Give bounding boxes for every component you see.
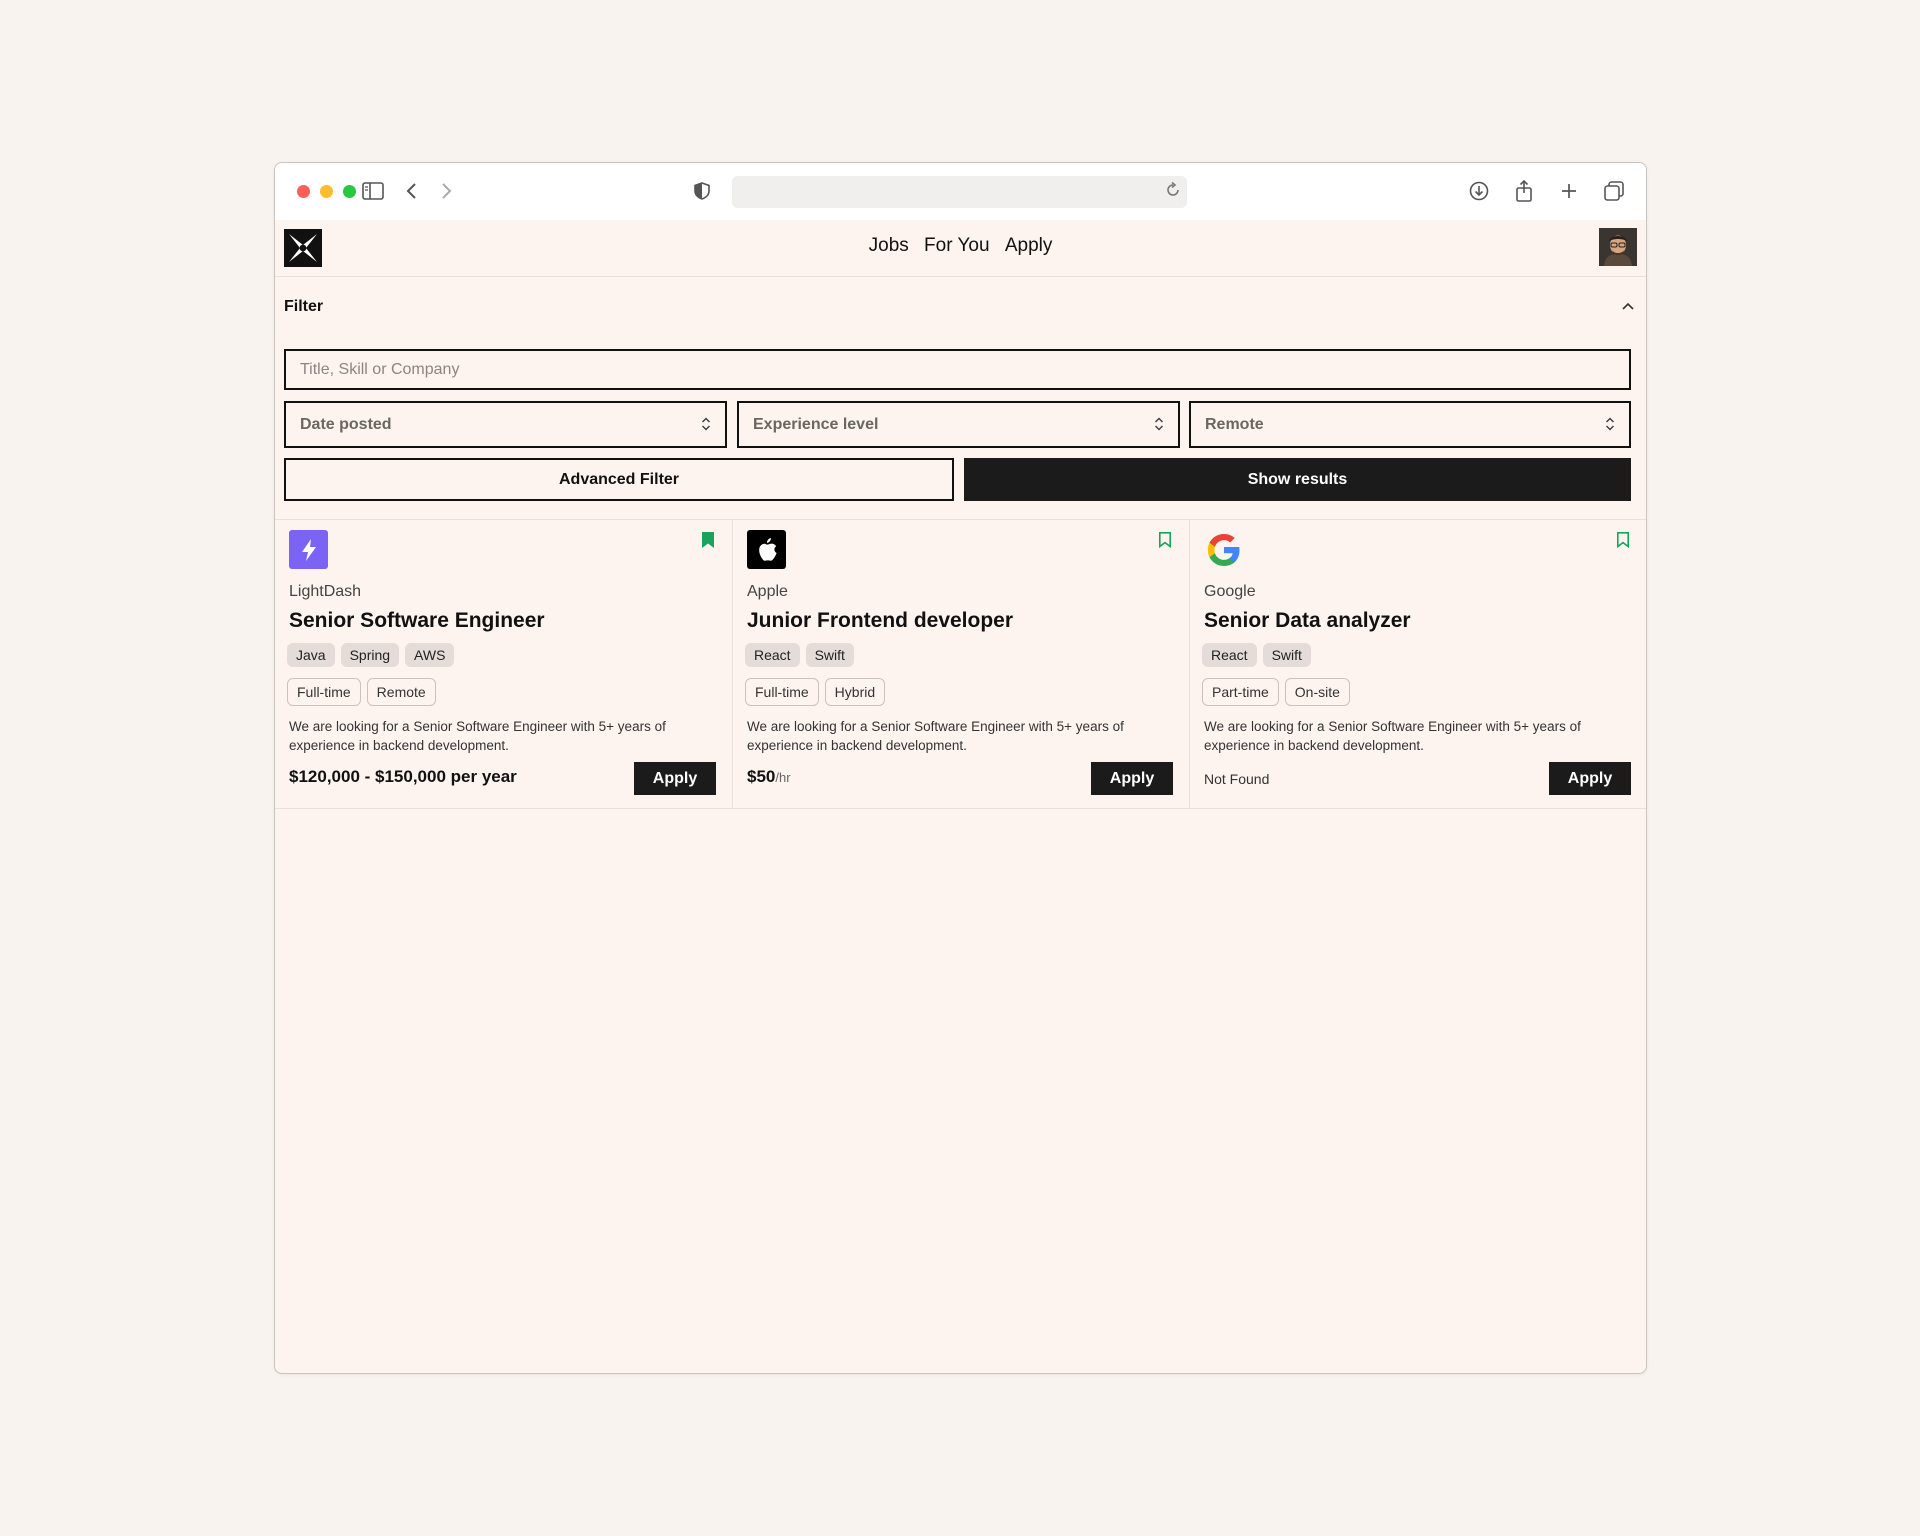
skill-tag: AWS bbox=[405, 643, 455, 667]
reload-icon[interactable] bbox=[1165, 181, 1181, 204]
job-description: We are looking for a Senior Software Eng… bbox=[289, 719, 666, 753]
company-name: Google bbox=[1204, 583, 1256, 600]
job-description: We are looking for a Senior Software Eng… bbox=[1204, 719, 1581, 753]
tab-overview-icon[interactable] bbox=[1601, 178, 1627, 204]
skill-tag: Swift bbox=[1262, 643, 1311, 667]
advanced-filter-button[interactable]: Advanced Filter bbox=[284, 458, 954, 501]
salary-unit: /hr bbox=[775, 770, 791, 785]
job-card[interactable]: Google Senior Data analyzer React Swift … bbox=[1189, 520, 1646, 808]
bookmark-filled-icon[interactable] bbox=[701, 531, 715, 554]
maximize-window-button[interactable] bbox=[343, 185, 356, 198]
browser-toolbar bbox=[275, 163, 1646, 220]
job-type-badge: Full-time bbox=[745, 678, 819, 706]
job-type-badge: Remote bbox=[366, 678, 436, 706]
skill-tag: React bbox=[1202, 643, 1257, 667]
job-card[interactable]: LightDash Senior Software Engineer Java … bbox=[275, 520, 731, 808]
show-results-button[interactable]: Show results bbox=[964, 458, 1631, 501]
site-header: Jobs For You Apply bbox=[275, 220, 1646, 277]
job-description: We are looking for a Senior Software Eng… bbox=[747, 719, 1124, 753]
job-type-badges: Full-time Hybrid bbox=[745, 678, 886, 706]
bookmark-outline-icon[interactable] bbox=[1158, 531, 1172, 554]
nav-link-jobs[interactable]: Jobs bbox=[869, 235, 909, 256]
chevron-up-icon[interactable] bbox=[1622, 297, 1634, 315]
skill-tag: Spring bbox=[340, 643, 400, 667]
minimize-window-button[interactable] bbox=[320, 185, 333, 198]
job-type-badge: Hybrid bbox=[824, 678, 886, 706]
chevron-up-down-icon bbox=[1605, 416, 1615, 437]
date-posted-label: Date posted bbox=[300, 415, 392, 433]
job-title[interactable]: Senior Software Engineer bbox=[289, 609, 545, 633]
salary: $120,000 - $150,000 per year bbox=[289, 767, 517, 787]
skill-tag: Java bbox=[287, 643, 335, 667]
remote-select[interactable]: Remote bbox=[1189, 401, 1631, 448]
job-type-badges: Part-time On-site bbox=[1202, 678, 1350, 706]
skill-tags: React Swift bbox=[1202, 643, 1311, 667]
salary: $50/hr bbox=[747, 767, 791, 787]
browser-window: Jobs For You Apply Filter Date posted bbox=[274, 162, 1647, 1374]
filter-title: Filter bbox=[284, 298, 324, 315]
experience-level-select[interactable]: Experience level bbox=[737, 401, 1180, 448]
nav-link-for-you[interactable]: For You bbox=[924, 235, 990, 256]
salary-amount: $50 bbox=[747, 767, 776, 786]
close-window-button[interactable] bbox=[297, 185, 310, 198]
back-arrow-icon[interactable] bbox=[398, 178, 424, 204]
forward-arrow-icon[interactable] bbox=[434, 178, 460, 204]
user-avatar[interactable] bbox=[1599, 228, 1637, 266]
google-icon bbox=[1204, 530, 1243, 569]
apple-icon bbox=[747, 530, 786, 569]
apply-button[interactable]: Apply bbox=[1091, 762, 1173, 795]
job-title[interactable]: Senior Data analyzer bbox=[1204, 609, 1411, 633]
download-icon[interactable] bbox=[1466, 178, 1492, 204]
skill-tag: React bbox=[745, 643, 800, 667]
job-list: LightDash Senior Software Engineer Java … bbox=[275, 519, 1646, 809]
job-type-badges: Full-time Remote bbox=[287, 678, 436, 706]
apply-button[interactable]: Apply bbox=[1549, 762, 1631, 795]
chevron-up-down-icon bbox=[701, 416, 711, 437]
job-type-badge: Full-time bbox=[287, 678, 361, 706]
job-type-badge: Part-time bbox=[1202, 678, 1279, 706]
salary-amount: $120,000 - $150,000 per year bbox=[289, 767, 517, 786]
chevron-up-down-icon bbox=[1154, 416, 1164, 437]
job-type-badge: On-site bbox=[1284, 678, 1350, 706]
remote-label: Remote bbox=[1205, 415, 1264, 433]
salary-amount: Not Found bbox=[1204, 771, 1270, 787]
bookmark-outline-icon[interactable] bbox=[1616, 531, 1630, 554]
skill-tag: Swift bbox=[805, 643, 854, 667]
job-title[interactable]: Junior Frontend developer bbox=[747, 609, 1013, 633]
main-nav: Jobs For You Apply bbox=[275, 235, 1646, 257]
job-card[interactable]: Apple Junior Frontend developer React Sw… bbox=[732, 520, 1188, 808]
filter-header[interactable]: Filter bbox=[275, 277, 1646, 333]
nav-link-apply[interactable]: Apply bbox=[1005, 235, 1053, 256]
search-input[interactable] bbox=[284, 349, 1631, 390]
salary: Not Found bbox=[1204, 771, 1269, 787]
share-icon[interactable] bbox=[1511, 178, 1537, 204]
experience-level-label: Experience level bbox=[753, 415, 879, 433]
lightning-bolt-icon bbox=[289, 530, 328, 569]
sidebar-toggle-icon[interactable] bbox=[360, 178, 386, 204]
apply-button[interactable]: Apply bbox=[634, 762, 716, 795]
new-tab-plus-icon[interactable] bbox=[1556, 178, 1582, 204]
skill-tags: React Swift bbox=[745, 643, 854, 667]
date-posted-select[interactable]: Date posted bbox=[284, 401, 727, 448]
address-bar[interactable] bbox=[732, 176, 1187, 208]
privacy-shield-icon[interactable] bbox=[689, 178, 715, 204]
skill-tags: Java Spring AWS bbox=[287, 643, 455, 667]
company-name: LightDash bbox=[289, 583, 362, 600]
company-name: Apple bbox=[747, 583, 788, 600]
